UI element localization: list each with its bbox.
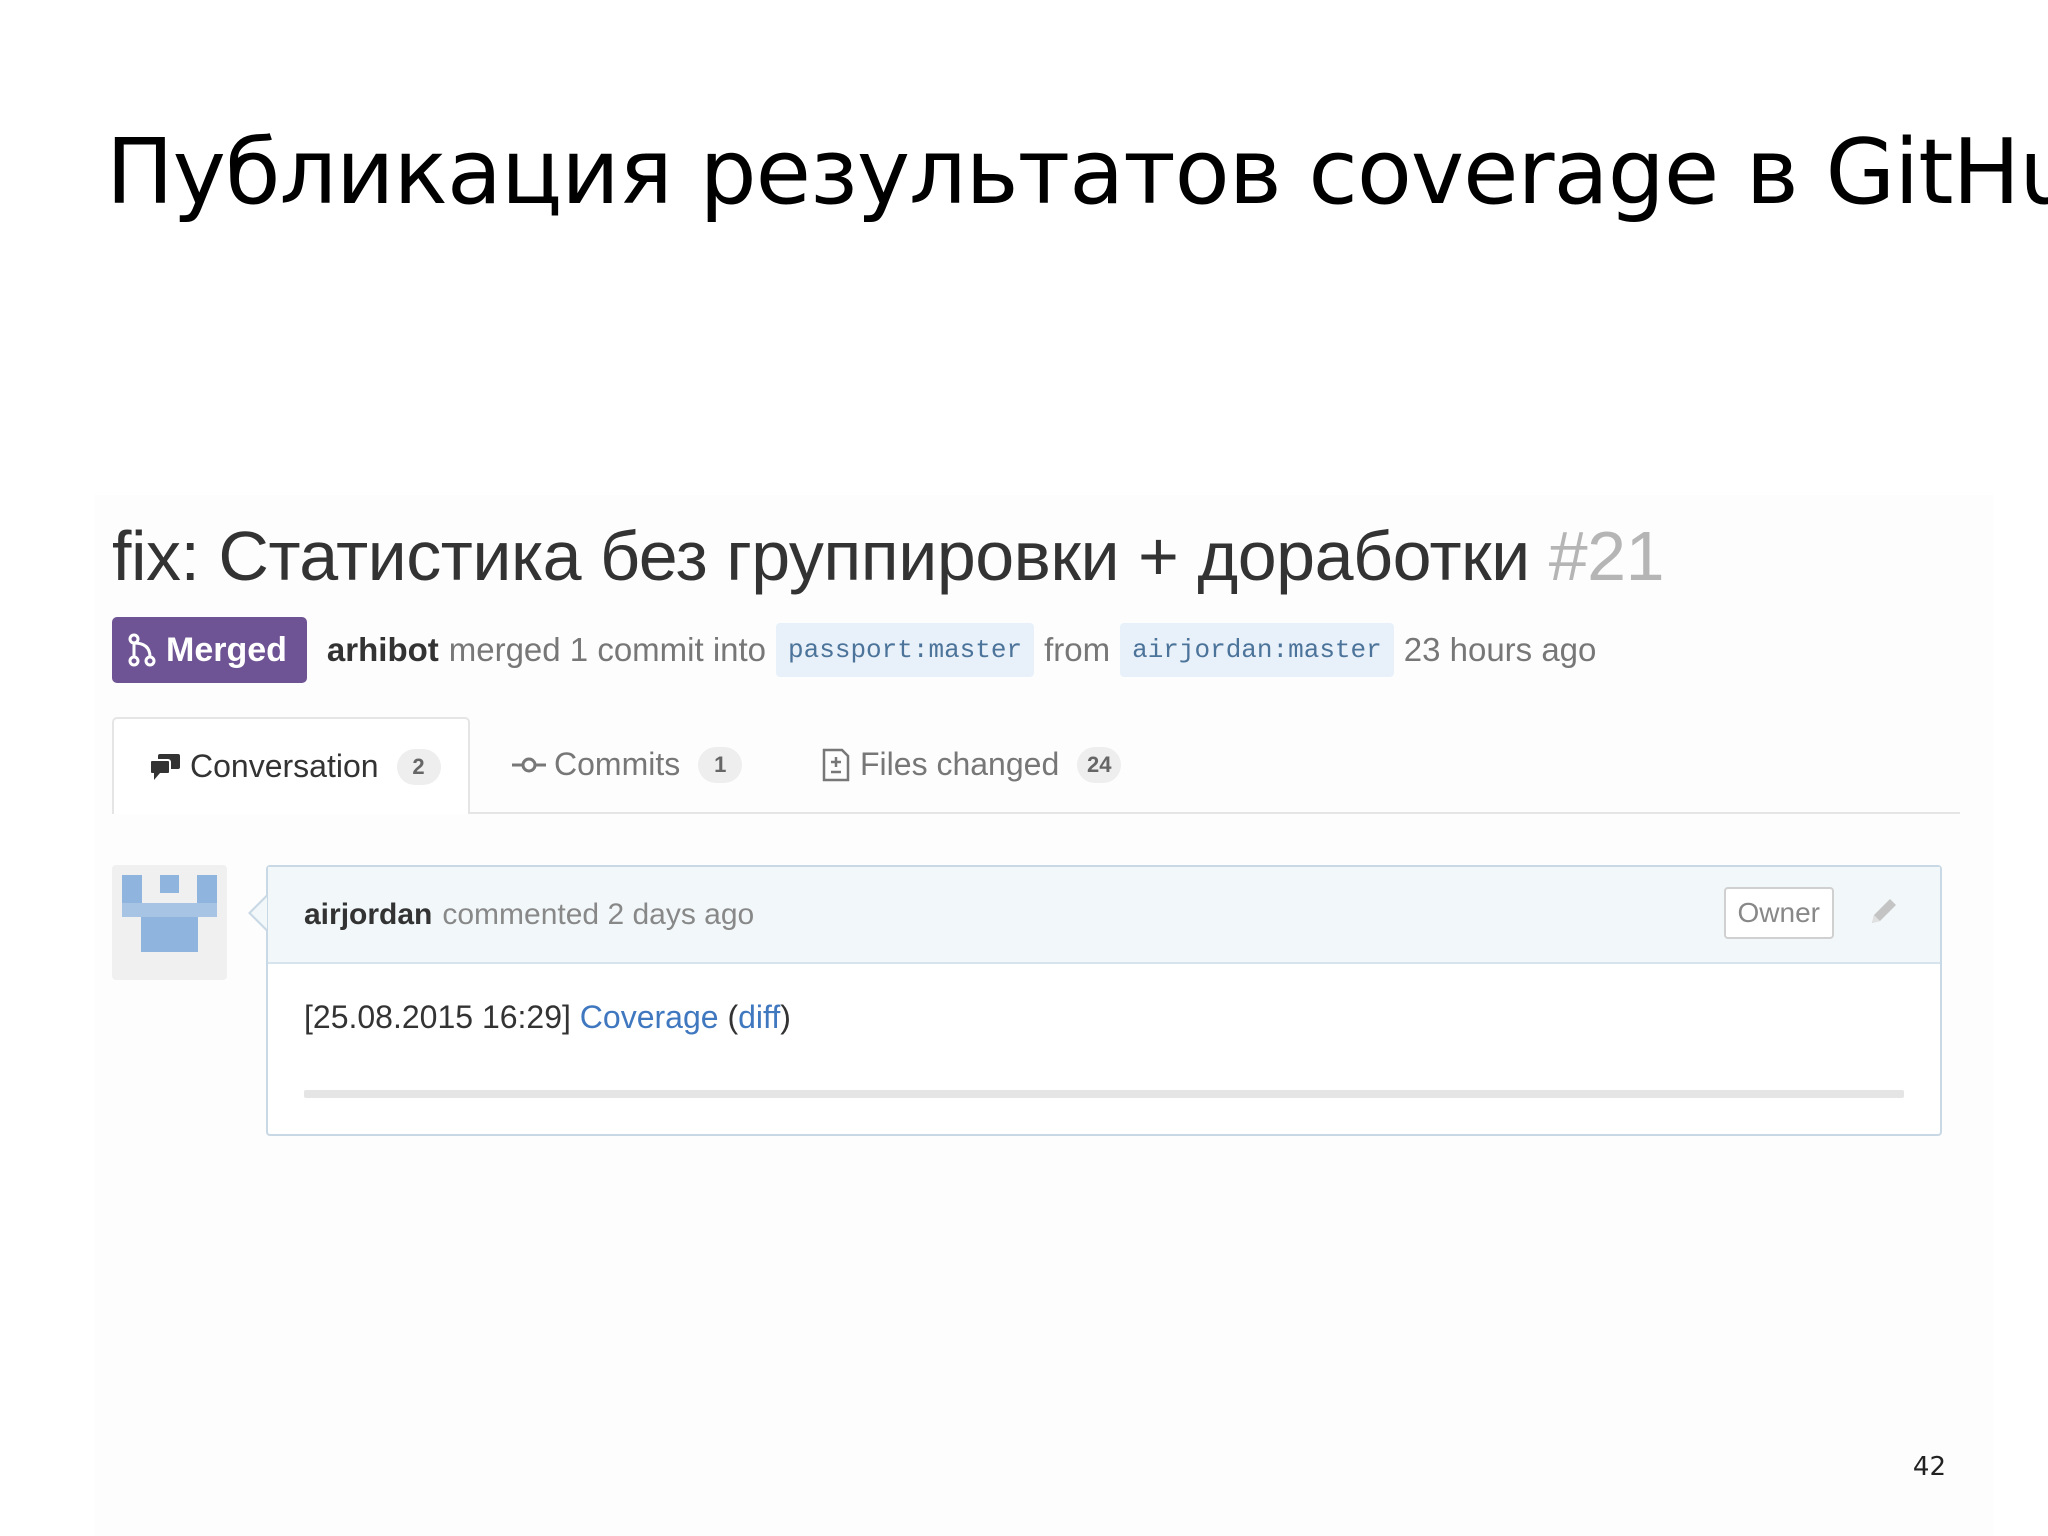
from-text: from xyxy=(1044,631,1111,668)
comment-action[interactable]: commented 2 days ago xyxy=(442,898,754,932)
comment-divider xyxy=(304,1090,1904,1098)
pencil-icon[interactable] xyxy=(1866,895,1900,937)
comment-header: airjordan commented 2 days ago Owner xyxy=(268,867,1940,964)
merged-text: merged 1 commit into xyxy=(448,631,767,668)
pr-number: #21 xyxy=(1548,517,1665,595)
avatar[interactable] xyxy=(112,865,227,980)
comment-discussion-icon xyxy=(149,753,180,780)
owner-badge: Owner xyxy=(1723,887,1834,939)
merger-username[interactable]: arhibot xyxy=(327,631,439,669)
pr-title: fix: Статистика без группировки + дорабо… xyxy=(112,512,1665,600)
head-branch[interactable]: airjordan:master xyxy=(1120,623,1394,677)
paren-open: ( xyxy=(727,999,739,1035)
merge-time: 23 hours ago xyxy=(1403,631,1597,668)
commenter-username[interactable]: airjordan xyxy=(304,898,432,932)
diff-link[interactable]: diff xyxy=(738,999,780,1035)
tab-files-changed[interactable]: Files changed 24 xyxy=(820,717,1122,812)
comment-body: [25.08.2015 16:29] Coverage (diff) xyxy=(304,999,791,1036)
git-commit-icon xyxy=(512,757,546,772)
git-merge-icon xyxy=(128,633,156,667)
pr-tabs: Conversation 2 Commits 1 Files changed 2… xyxy=(112,717,1960,814)
tab-conversation[interactable]: Conversation 2 xyxy=(112,717,470,814)
comment-box: airjordan commented 2 days ago Owner [25… xyxy=(266,865,1942,1136)
tab-counter: 1 xyxy=(698,746,743,783)
coverage-link[interactable]: Coverage xyxy=(580,999,719,1035)
pr-meta: Merged arhibot merged 1 commit into pass… xyxy=(112,616,1606,684)
base-branch[interactable]: passport:master xyxy=(776,623,1035,677)
state-label: Merged xyxy=(166,630,287,669)
tab-label: Commits xyxy=(554,746,681,782)
page-number: 42 xyxy=(1912,1452,1946,1482)
tab-counter: 24 xyxy=(1077,746,1122,783)
comment-timestamp: [25.08.2015 16:29] xyxy=(304,999,571,1035)
tab-label: Conversation xyxy=(190,748,379,784)
identicon-icon xyxy=(122,875,217,952)
pr-title-text: fix: Статистика без группировки + дорабо… xyxy=(112,517,1530,595)
tab-commits[interactable]: Commits 1 xyxy=(512,717,743,812)
file-diff-icon xyxy=(822,748,850,781)
slide-title: Публикация результатов coverage в GitHub xyxy=(106,120,2048,225)
paren-close: ) xyxy=(780,999,791,1035)
tab-counter: 2 xyxy=(396,748,441,785)
comment-pointer-inner xyxy=(251,897,267,929)
merged-state-badge: Merged xyxy=(112,617,307,683)
tab-label: Files changed xyxy=(860,746,1060,782)
